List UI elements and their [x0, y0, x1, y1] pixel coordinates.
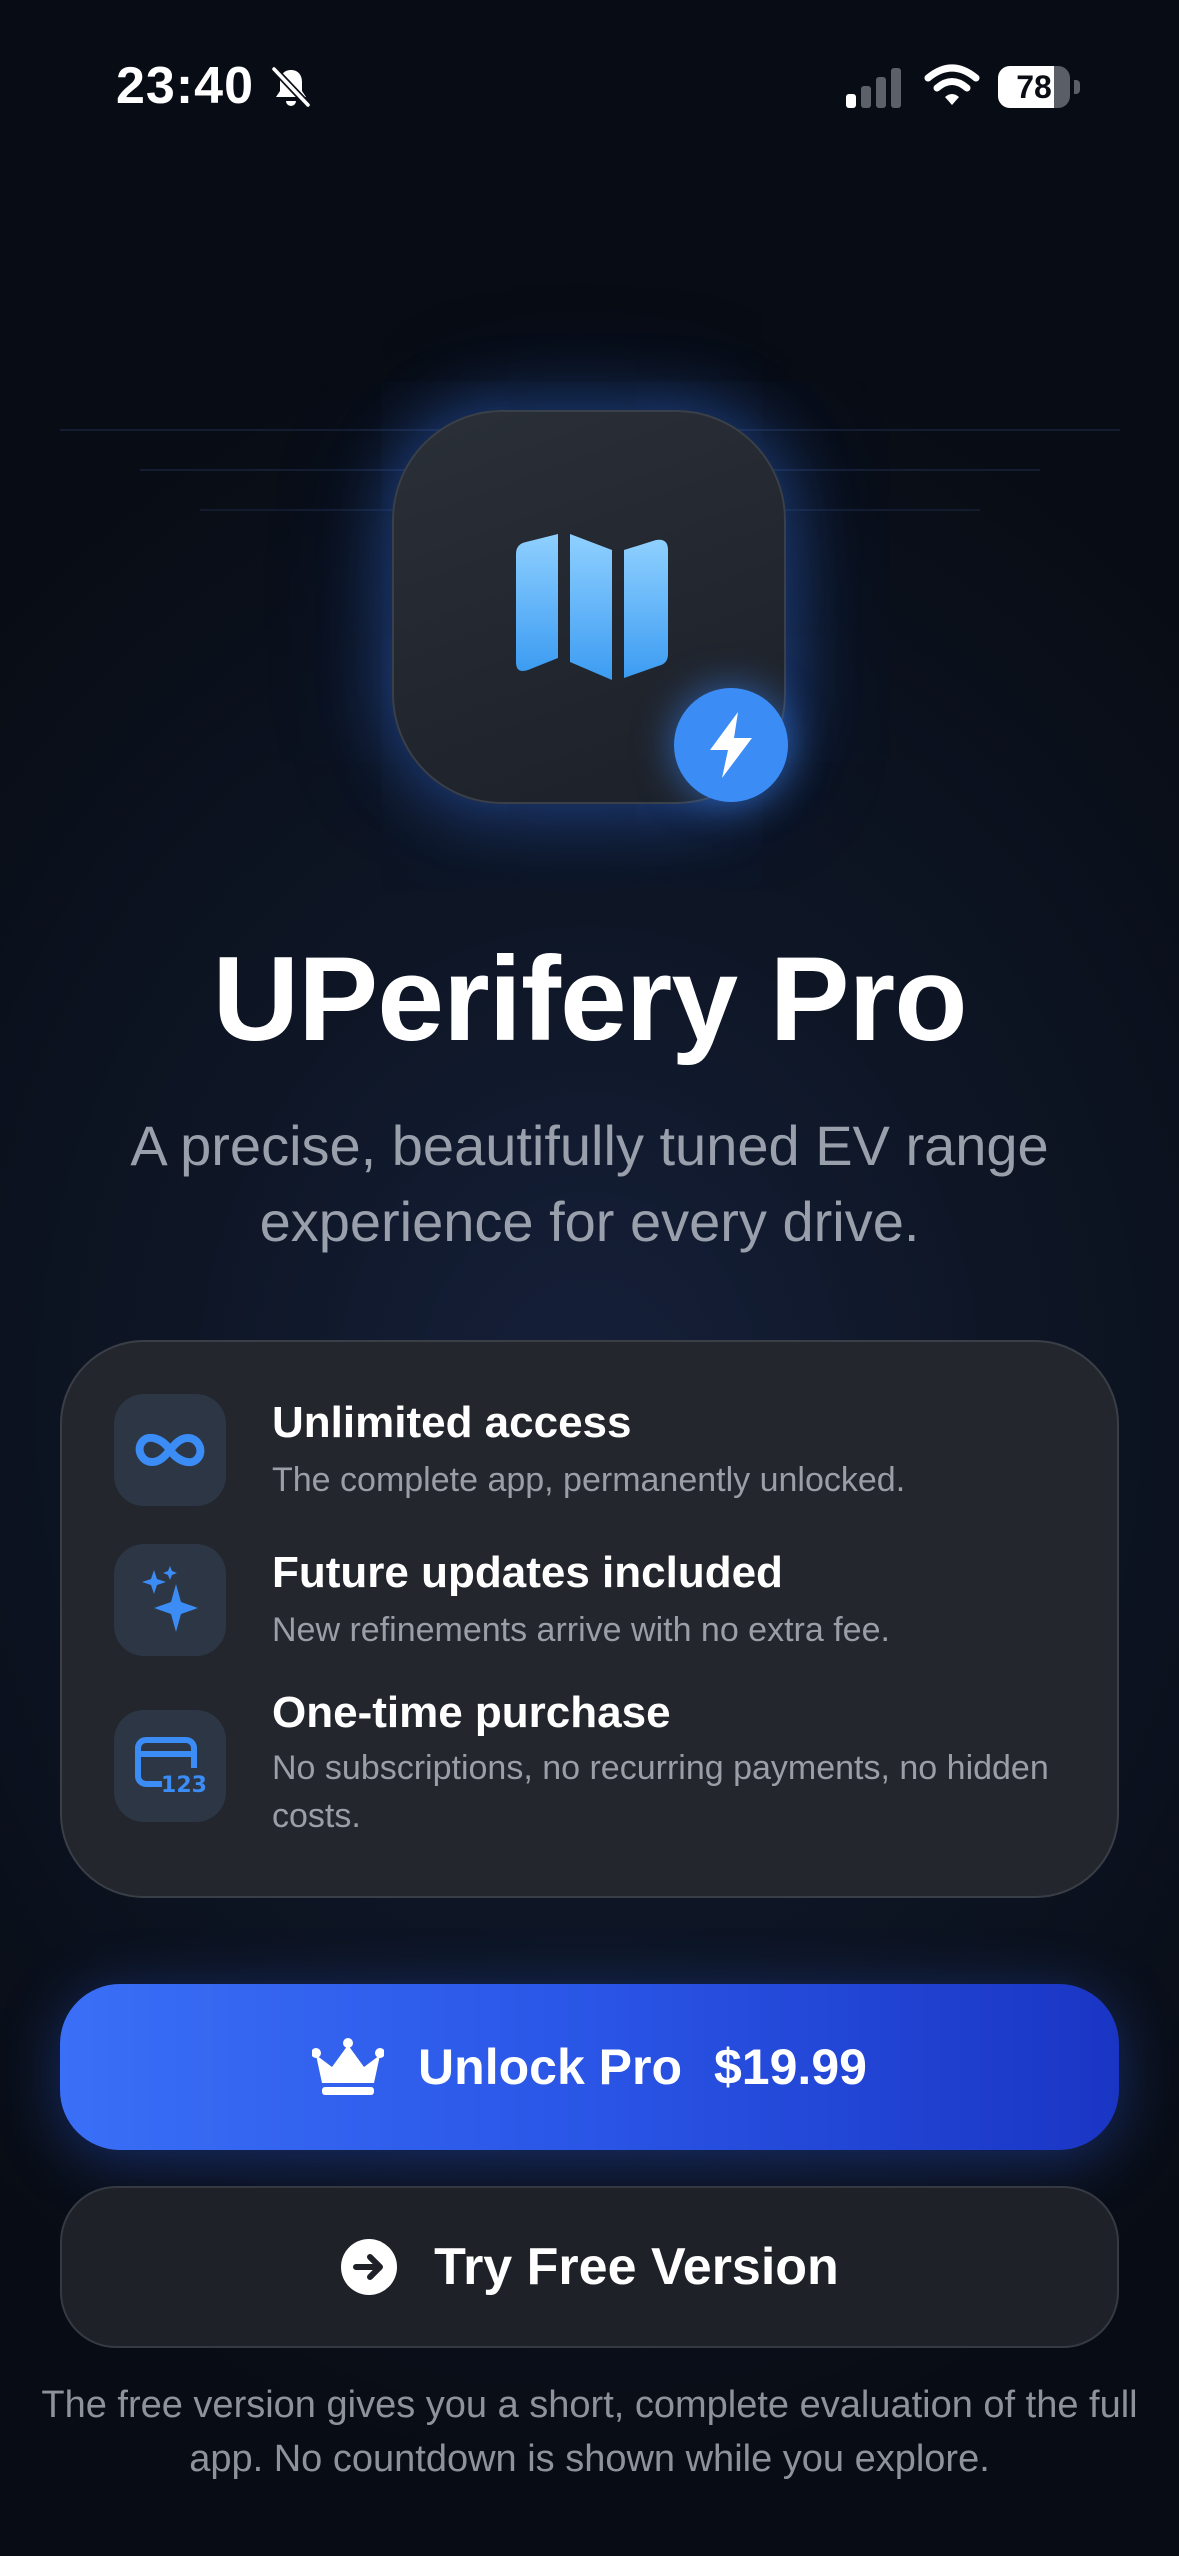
feature-title: Unlimited access [272, 1398, 632, 1447]
status-time: 23:40 [116, 57, 254, 115]
lightning-bolt-icon [710, 712, 752, 778]
feature-one-time-purchase: 123 One-time purchase No subscriptions, … [114, 1688, 1094, 1848]
svg-text:123: 123 [161, 1773, 207, 1798]
page-subtitle: A precise, beautifully tuned EV range ex… [130, 1114, 1049, 1253]
battery-level: 78 [1016, 69, 1052, 105]
try-free-version-label: Try Free Version [434, 2238, 839, 2296]
feature-title: One-time purchase [272, 1688, 671, 1737]
free-version-footnote: The free version gives you a short, comp… [41, 2384, 1138, 2480]
feature-title: Future updates included [272, 1548, 783, 1597]
status-bar: 23:40 78 [0, 0, 1179, 170]
feature-future-updates: Future updates included New refinements … [114, 1544, 1094, 1658]
unlock-pro-label: Unlock Pro [418, 2039, 682, 2095]
unlock-pro-button[interactable]: Unlock Pro $19.99 [60, 1984, 1119, 2150]
infinity-icon [135, 1433, 205, 1467]
feature-description: New refinements arrive with no extra fee… [272, 1611, 890, 1649]
feature-description: No subscriptions, no recurring payments,… [272, 1749, 1049, 1835]
folded-map-icon [516, 534, 668, 680]
features-card: Unlimited access The complete app, perma… [60, 1340, 1119, 1898]
unlock-pro-price: $19.99 [714, 2039, 867, 2095]
page-title: UPerifery Pro [212, 932, 968, 1066]
feature-description: The complete app, permanently unlocked. [272, 1461, 906, 1499]
feature-unlimited-access: Unlimited access The complete app, perma… [114, 1394, 1094, 1508]
arrow-right-circle-icon [341, 2239, 398, 2295]
creditcard-123-icon: 123 [135, 1737, 207, 1798]
try-free-version-button[interactable]: Try Free Version [60, 2186, 1119, 2348]
wifi-icon [924, 64, 980, 105]
sparkles-icon [142, 1566, 198, 1632]
bolt-badge [674, 688, 788, 802]
battery-icon: 78 [998, 66, 1080, 108]
bell-slash-icon [270, 65, 312, 109]
crown-icon [312, 2038, 385, 2095]
cellular-signal-icon [846, 68, 901, 108]
